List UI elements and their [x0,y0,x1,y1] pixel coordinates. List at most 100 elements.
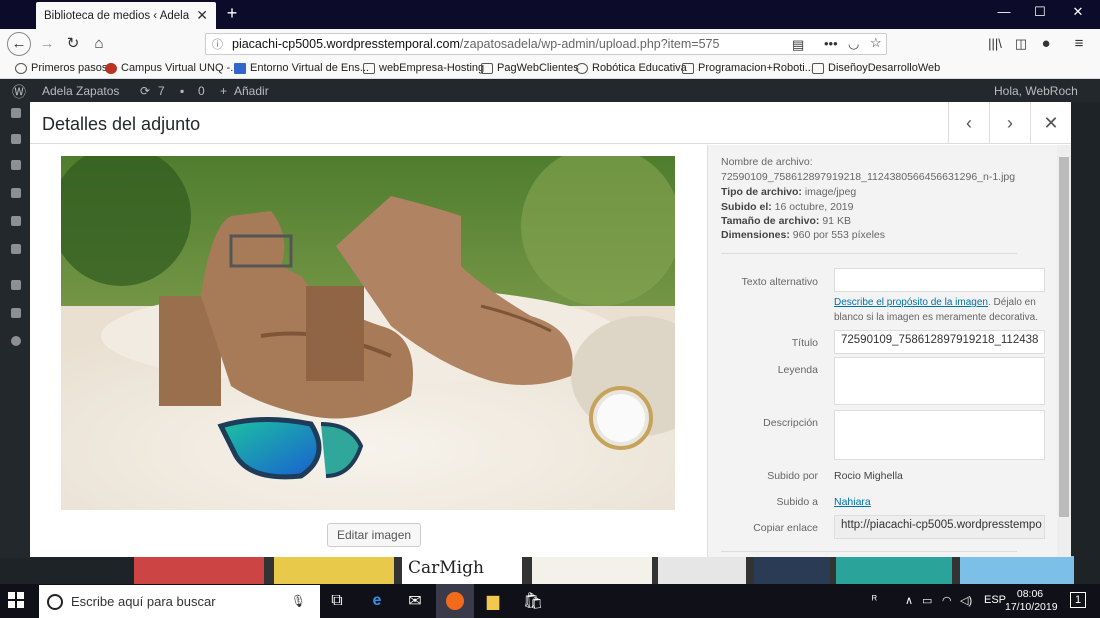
task-view-icon[interactable]: ⧉ [318,584,356,618]
globe-icon [576,62,588,74]
uploaded-row: Subido el: 16 octubre, 2019 [721,201,853,213]
page-actions-icon[interactable]: ••• [824,36,838,51]
modal-title: Detalles del adjunto [42,114,201,134]
uploaded-to-link[interactable]: Nahiara [834,496,871,508]
edge-icon[interactable]: e [358,584,396,618]
next-attachment-icon[interactable]: › [989,102,1030,144]
sidemenu-icon[interactable] [11,280,21,290]
taskbar-search-box[interactable]: Escribe aquí para buscar 🎙 [39,585,320,618]
wordpress-logo-icon[interactable]: Ⓦ [12,82,26,102]
edit-image-button[interactable]: Editar imagen [327,523,422,547]
tab-close-icon[interactable]: ✕ [196,7,208,24]
cortana-icon [47,593,63,610]
navigation-bar: ← → ↻ ⌂ ⓘ piacachi-cp5005.wordpresstempo… [0,29,1100,59]
sidemenu-icon[interactable] [11,134,21,144]
show-hidden-icons-icon[interactable]: ∧ [905,594,913,607]
store-icon[interactable]: 🛍 [514,584,552,618]
bookmark-item[interactable]: DiseñoyDesarrolloWeb [812,62,940,74]
back-icon[interactable]: ← [7,32,31,56]
divider [721,551,1017,552]
sidemenu-icon[interactable] [11,160,21,170]
bookmark-label: Robótica Educativa [592,62,687,74]
volume-icon[interactable]: ◁) [960,594,972,607]
updates-icon[interactable]: ⟳ [140,84,150,98]
details-scrollbar[interactable] [1057,145,1071,557]
media-thumbnail[interactable] [960,556,1074,584]
filetype-value: image/jpeg [804,186,857,198]
bookmark-item[interactable]: PagWebClientes [481,62,579,74]
media-thumbnail[interactable] [532,556,652,584]
reload-icon[interactable]: ↻ [62,33,84,55]
sidemenu-icon[interactable] [11,108,21,118]
filetype-label: Tipo de archivo: [721,186,802,198]
microphone-icon[interactable]: 🎙 [291,594,306,608]
home-icon[interactable]: ⌂ [88,33,110,55]
description-textarea[interactable] [834,410,1045,460]
file-explorer-icon[interactable]: ▆ [474,584,512,618]
close-modal-icon[interactable]: ✕ [1030,102,1071,144]
alt-text-input[interactable] [834,268,1045,292]
media-thumbnail[interactable] [836,556,952,584]
previous-attachment-icon[interactable]: ‹ [948,102,989,144]
maximize-icon[interactable]: ☐ [1020,4,1060,20]
browser-tab[interactable]: Biblioteca de medios ‹ Adela Zapatos ✕ [36,2,216,29]
bookmark-item[interactable]: Entorno Virtual de Ens... [234,62,369,74]
library-icon[interactable]: |||\ [984,33,1006,55]
bookmark-item[interactable]: Programacion+Roboti... [682,62,814,74]
copy-link-input[interactable]: http://piacachi-cp5005.wordpresstempo [834,515,1045,539]
account-icon[interactable]: ● [1035,33,1057,55]
bookmark-label: PagWebClientes [497,62,579,74]
bookmark-label: Entorno Virtual de Ens... [250,62,370,74]
media-thumbnail[interactable]: CarMigh [402,556,522,584]
people-icon[interactable]: ᴿ [872,594,877,606]
mail-icon[interactable]: ✉ [396,584,434,618]
sidemenu-icon[interactable] [11,188,21,198]
media-thumbnail[interactable] [134,556,264,584]
bookmark-item[interactable]: webEmpresa-Hosting [363,62,484,74]
language-indicator[interactable]: ESP [984,594,1006,606]
caption-textarea[interactable] [834,357,1045,405]
alt-text-help-link[interactable]: Describe el propósito de la imagen [834,297,988,308]
modal-header: Detalles del adjunto ‹ › ✕ [30,102,1071,144]
minimize-icon[interactable]: — [984,4,1024,19]
wifi-icon[interactable]: ◠ [942,594,952,607]
sidebar-icon[interactable]: ◫ [1010,33,1032,55]
bookmark-label: webEmpresa-Hosting [379,62,485,74]
windows-start-icon[interactable] [8,592,24,608]
new-tab-icon[interactable]: + [222,3,242,24]
bookmark-item[interactable]: Campus Virtual UNQ -... [105,62,239,74]
media-thumbnail[interactable] [658,556,746,584]
menu-icon[interactable]: ≡ [1068,33,1090,55]
pocket-icon[interactable]: ◡ [848,36,859,52]
sidemenu-icon[interactable] [11,216,21,226]
window-close-icon[interactable]: ✕ [1058,4,1098,20]
media-thumbnail[interactable] [754,556,830,584]
add-new-icon[interactable]: + [220,84,227,98]
reader-view-icon[interactable]: ▤ [792,37,804,53]
firefox-icon[interactable] [436,584,474,618]
globe-icon [15,62,27,74]
sidemenu-icon[interactable] [11,308,21,318]
bookmark-label: DiseñoyDesarrolloWeb [828,62,941,74]
search-placeholder: Escribe aquí para buscar [71,594,216,609]
account-greeting[interactable]: Hola, WebRoch [994,84,1078,98]
collapse-menu-icon[interactable] [11,336,21,346]
add-new-link[interactable]: Añadir [234,84,269,98]
site-name-link[interactable]: Adela Zapatos [42,84,119,98]
title-input[interactable]: 72590109_758612897919218_112438 [834,330,1045,354]
info-icon[interactable]: ⓘ [212,36,226,52]
battery-icon[interactable]: ▭ [922,594,932,607]
notifications-icon[interactable]: 1 [1070,592,1086,608]
comments-icon[interactable]: ▪ [180,84,184,98]
sidemenu-icon[interactable] [11,244,21,254]
media-thumbnail[interactable] [274,556,394,584]
url-bar[interactable]: ⓘ piacachi-cp5005.wordpresstemporal.com /… [205,33,887,55]
scrollbar-thumb[interactable] [1059,157,1069,517]
bookmark-item[interactable]: Primeros pasos [15,62,107,74]
bookmark-star-icon[interactable]: ☆ [870,35,882,51]
forward-icon[interactable]: → [36,33,58,55]
bookmark-item[interactable]: Robótica Educativa [576,62,687,74]
divider [721,253,1017,254]
dimensions-value: 960 por 553 píxeles [792,229,886,241]
clock[interactable]: 08:06 17/10/2019 [1005,588,1058,614]
